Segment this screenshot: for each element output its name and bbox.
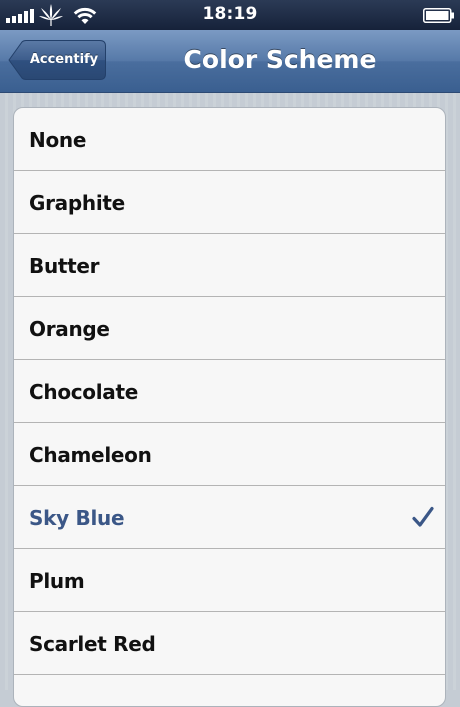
- list-item-label: None: [29, 128, 87, 152]
- list-item-sky-blue[interactable]: Sky Blue: [14, 486, 445, 549]
- navigation-bar: Accentify Color Scheme: [0, 30, 460, 93]
- list-item-label: Butter: [29, 254, 100, 278]
- list-item-label: Sky Blue: [29, 506, 125, 530]
- list-item-scarlet-red[interactable]: Scarlet Red: [14, 612, 445, 675]
- list-item-label: Chocolate: [29, 380, 139, 404]
- back-button-label: Accentify: [29, 52, 99, 67]
- status-bar: 18:19: [0, 0, 460, 30]
- page-title: Color Scheme: [183, 45, 377, 74]
- status-time: 18:19: [202, 4, 258, 24]
- list-item-none[interactable]: None: [14, 108, 445, 171]
- list-item-label: Graphite: [29, 191, 125, 215]
- list-item-graphite[interactable]: Graphite: [14, 171, 445, 234]
- list-item-chocolate[interactable]: Chocolate: [14, 360, 445, 423]
- back-button[interactable]: Accentify: [8, 40, 106, 80]
- list-item-label: Plum: [29, 569, 85, 593]
- list-item-label: Chameleon: [29, 443, 152, 467]
- list-item-chameleon[interactable]: Chameleon: [14, 423, 445, 486]
- checkmark-icon: [412, 506, 434, 527]
- list-item-butter[interactable]: Butter: [14, 234, 445, 297]
- list-item-plum[interactable]: Plum: [14, 549, 445, 612]
- list-item-label: Scarlet Red: [29, 632, 156, 656]
- list-item-label: Orange: [29, 317, 110, 341]
- color-scheme-list: None Graphite Butter Orange Chocolate Ch…: [13, 107, 446, 707]
- battery-icon: [423, 8, 454, 23]
- list-item-orange[interactable]: Orange: [14, 297, 445, 360]
